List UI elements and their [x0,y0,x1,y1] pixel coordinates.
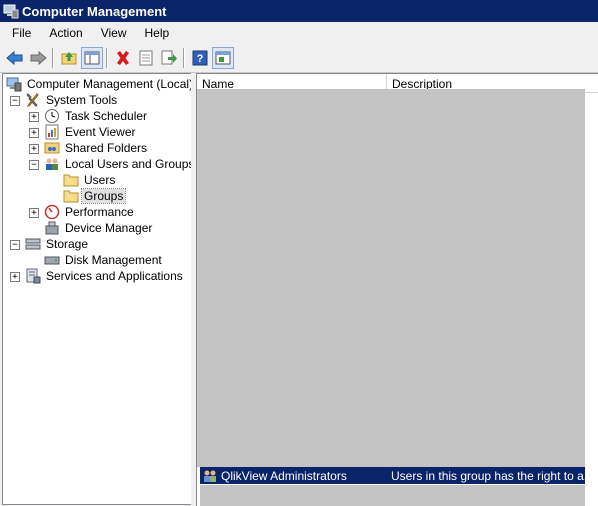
tree-item-label: Local Users and Groups [65,157,193,171]
delete-icon [117,51,129,65]
toolbar-separator [183,48,185,68]
device-manager-icon [44,220,60,236]
redacted-area [200,485,585,506]
collapse-local-users-groups-button[interactable]: − [29,160,39,170]
tree-item-label: Computer Management (Local) [27,77,193,91]
up-one-level-button[interactable] [58,47,80,69]
folder-icon [63,188,79,204]
tree-item-label: System Tools [46,93,118,107]
tree-item-label: Shared Folders [65,141,148,155]
tree-item-label: Performance [65,205,134,219]
menu-file[interactable]: File [5,23,38,43]
tools-icon [25,92,41,108]
delete-button[interactable] [112,47,134,69]
menu-help[interactable]: Help [138,23,177,43]
computer-management-icon [6,76,22,92]
tree-item-computer-management[interactable]: Computer Management (Local) [6,76,193,92]
show-hide-action-pane-button[interactable] [212,47,234,69]
tree-item-event-viewer[interactable]: Event Viewer [44,124,137,140]
help-icon: ? [192,50,208,66]
tree-item-task-scheduler[interactable]: Task Scheduler [44,108,149,124]
expand-performance-button[interactable]: + [29,208,39,218]
event-viewer-icon [44,124,60,140]
up-folder-icon [61,52,77,65]
export-list-button[interactable] [158,47,180,69]
properties-icon [139,50,153,66]
toolbar-separator [52,48,54,68]
help-button[interactable]: ? [189,47,211,69]
forward-button[interactable] [27,47,49,69]
menu-action[interactable]: Action [42,23,89,43]
list-item-description: Users in this group has the right to a..… [391,468,585,483]
tree-item-storage[interactable]: Storage [25,236,90,252]
tree-item-label: Task Scheduler [65,109,148,123]
tree-item-label: Users [84,173,116,187]
tree-item-label: Groups [80,188,127,204]
tree-item-label: Services and Applications [46,269,183,283]
folder-icon [63,172,79,188]
properties-button[interactable] [135,47,157,69]
expand-task-scheduler-button[interactable]: + [29,112,39,122]
tree-item-groups[interactable]: Groups [63,188,127,204]
tree-item-system-tools[interactable]: System Tools [25,92,119,108]
tree-item-label: Storage [46,237,89,251]
tree-item-users[interactable]: Users [63,172,117,188]
services-icon [25,268,41,284]
back-button[interactable] [4,47,26,69]
tree-item-services-apps[interactable]: Services and Applications [25,268,185,284]
menu-bar: File Action View Help [0,22,598,44]
tree-item-label: Device Manager [65,221,153,235]
window-title: Computer Management [22,3,167,19]
collapse-system-tools-button[interactable]: − [10,96,20,106]
toolbar-separator [106,48,108,68]
group-icon [202,468,218,484]
clock-icon [44,108,60,124]
storage-icon [25,236,41,252]
toolbar: ? [0,44,598,73]
show-hide-action-pane-icon [215,51,231,65]
tree-item-local-users-groups[interactable]: Local Users and Groups [44,156,193,172]
forward-icon [30,50,47,66]
users-group-icon [44,156,60,172]
list-item-name: QlikView Administrators [221,468,347,483]
list-item-name-cell: QlikView Administrators [200,468,389,484]
console-tree[interactable]: Computer Management (Local) − System Too… [2,73,193,505]
redacted-area [197,89,585,467]
tree-item-shared-folders[interactable]: Shared Folders [44,140,149,156]
shared-folder-icon [44,140,60,156]
svg-text:?: ? [197,53,204,65]
tree-item-disk-management[interactable]: Disk Management [44,252,164,268]
tree-item-performance[interactable]: Performance [44,204,136,220]
collapse-storage-button[interactable]: − [10,240,20,250]
list-item[interactable]: QlikView Administrators Users in this gr… [200,467,585,484]
computer-management-icon [3,3,19,19]
expand-event-viewer-button[interactable]: + [29,128,39,138]
tree-item-device-manager[interactable]: Device Manager [44,220,154,236]
disk-icon [44,252,60,268]
export-list-icon [161,50,177,65]
expand-shared-folders-button[interactable]: + [29,144,39,154]
tree-item-label: Event Viewer [65,125,136,139]
expand-services-apps-button[interactable]: + [10,272,20,282]
menu-view[interactable]: View [94,23,134,43]
show-hide-tree-button[interactable] [81,47,103,69]
title-bar[interactable]: Computer Management [0,0,598,22]
performance-icon [44,204,60,220]
result-list[interactable]: Name Description QlikView Administrators… [196,73,598,506]
show-hide-tree-icon [84,51,100,65]
tree-item-label: Disk Management [65,253,162,267]
back-icon [6,50,23,66]
